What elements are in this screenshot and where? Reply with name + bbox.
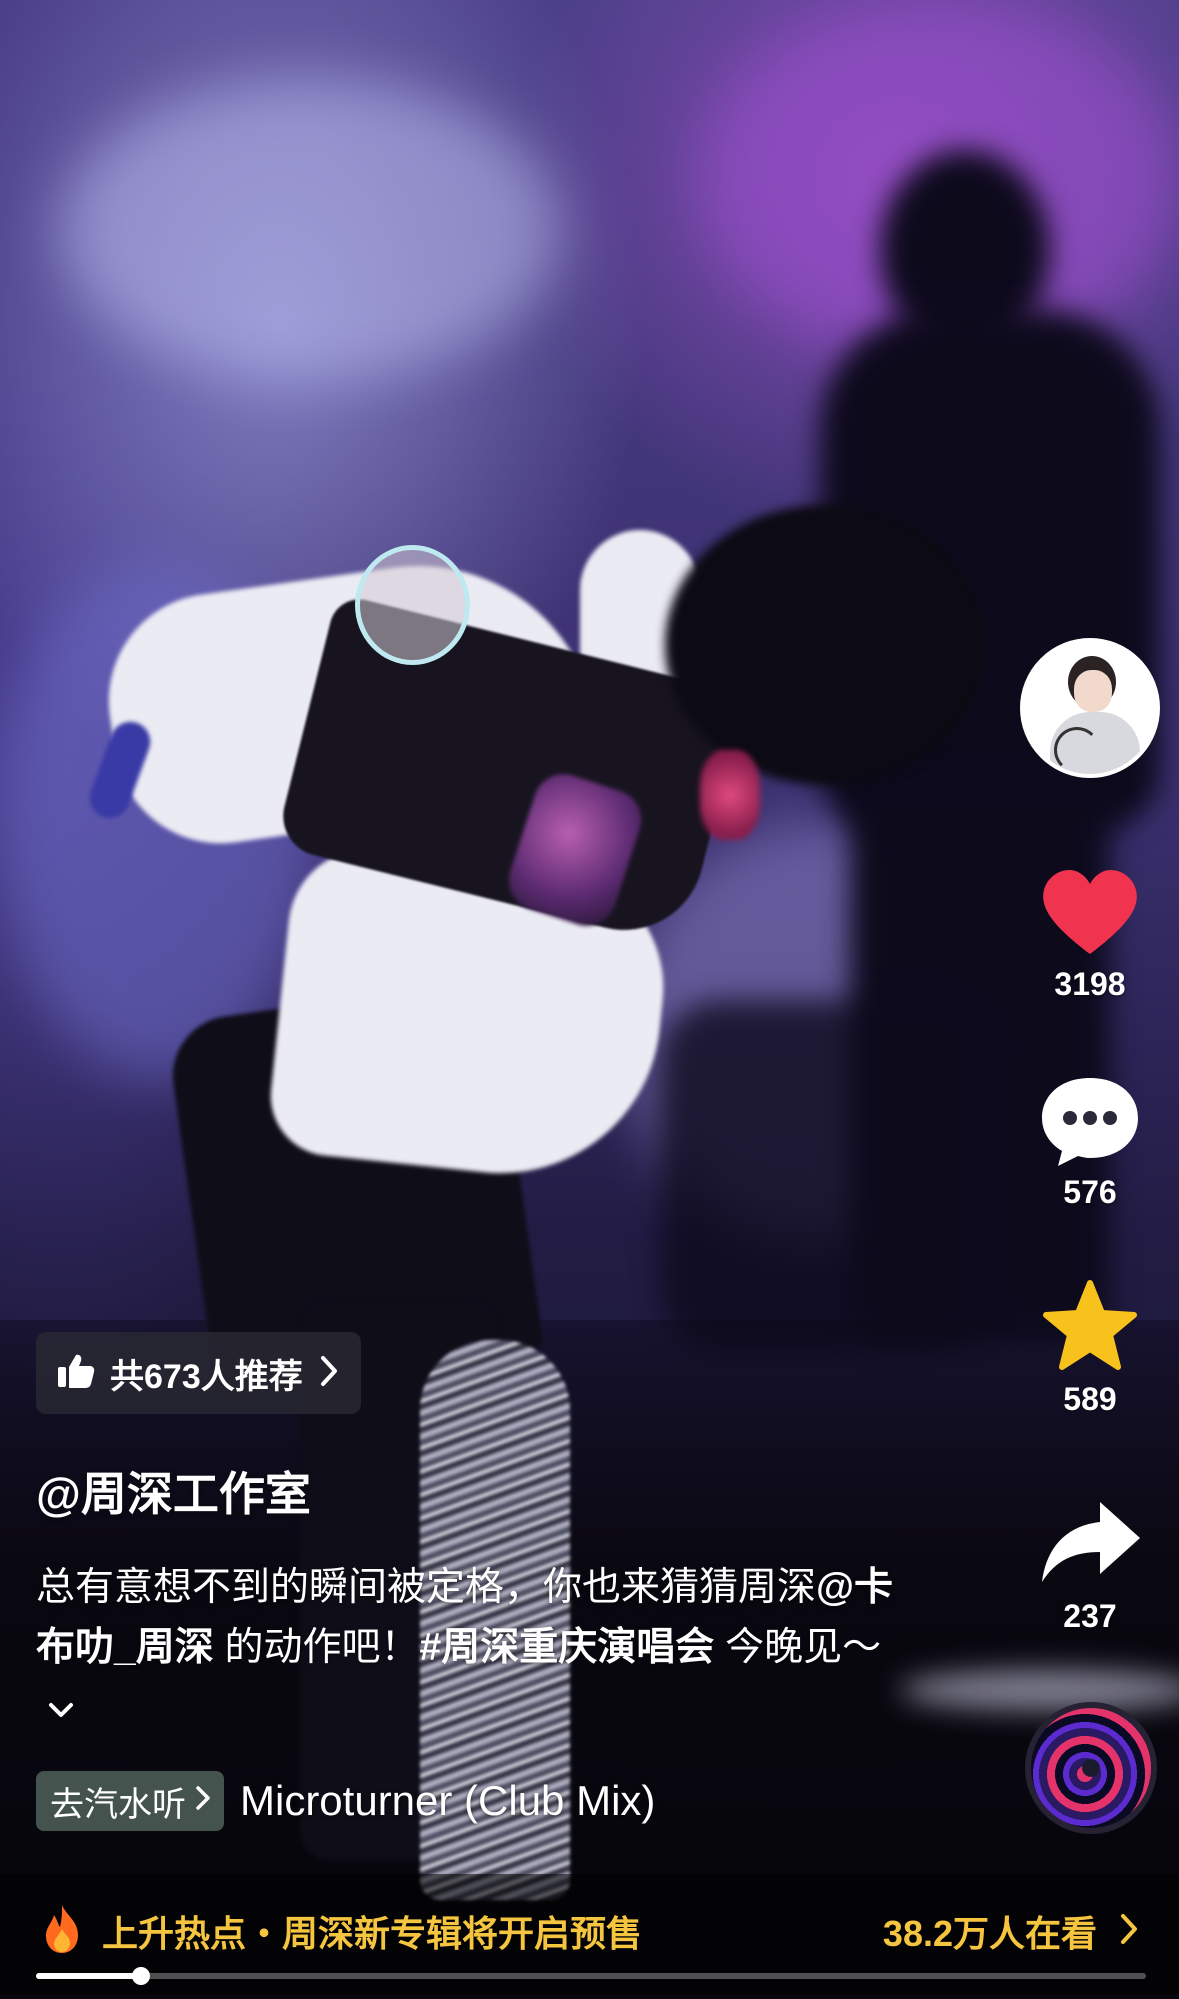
- caption-hashtag[interactable]: #周深重庆演唱会: [420, 1626, 715, 1669]
- chevron-right-icon: [1119, 1912, 1139, 1951]
- caption-text: 的动作吧！: [213, 1626, 420, 1669]
- thumbs-up-icon: [56, 1351, 96, 1396]
- caption-text: 总有意想不到的瞬间被定格，你也来猜猜周深: [36, 1566, 817, 1609]
- share-count: 237: [1063, 1598, 1117, 1634]
- chevron-right-icon: [194, 1782, 212, 1821]
- recommend-pill[interactable]: 共673人推荐: [36, 1332, 361, 1414]
- favorite-button[interactable]: 589: [1030, 1277, 1150, 1418]
- music-title[interactable]: Microturner (Club Mix): [240, 1777, 655, 1825]
- avatar-face: [1074, 670, 1112, 712]
- share-arrow-icon: [1030, 1494, 1150, 1594]
- highlight-ring: [355, 545, 470, 665]
- caption-text: 今晚见～: [714, 1626, 882, 1669]
- recommend-label: 共673人推荐: [110, 1357, 303, 1396]
- performer-hair: [665, 505, 985, 785]
- comment-bubble-icon: [1030, 1070, 1150, 1170]
- video-progress-bar[interactable]: [36, 1967, 1146, 1985]
- background-dancer-silhouette: [660, 1000, 990, 1350]
- progress-fill: [36, 1973, 142, 1979]
- creator-avatar[interactable]: [1020, 638, 1160, 778]
- favorite-count: 589: [1063, 1381, 1117, 1417]
- music-row: 去汽水听 Microturner (Club Mix): [36, 1771, 655, 1831]
- creator-username[interactable]: @周深工作室: [36, 1458, 311, 1524]
- music-disc[interactable]: [1025, 1702, 1157, 1834]
- star-icon: [1030, 1277, 1150, 1377]
- like-count: 3198: [1054, 966, 1126, 1002]
- video-caption[interactable]: 总有意想不到的瞬间被定格，你也来猜猜周深@卡布叻_周深 的动作吧！#周深重庆演唱…: [36, 1558, 896, 1740]
- hot-topic-text: 上升热点・周深新专辑将开启预售: [102, 1913, 643, 1954]
- fire-icon: [40, 1903, 84, 1960]
- music-button-label: 去汽水听: [50, 1785, 186, 1824]
- pink-flower: [700, 750, 760, 840]
- chevron-right-icon: [317, 1354, 341, 1393]
- light-streak: [60, 80, 560, 380]
- heart-icon: [1030, 862, 1150, 962]
- like-button[interactable]: 3198: [1030, 862, 1150, 1003]
- comment-count: 576: [1063, 1174, 1117, 1210]
- viewer-count: 38.2万人在看: [882, 1913, 1097, 1954]
- listen-in-qishui-button[interactable]: 去汽水听: [36, 1771, 224, 1831]
- avatar-phone-cord: [1054, 727, 1100, 773]
- share-button[interactable]: 237: [1030, 1494, 1150, 1635]
- chevron-down-icon[interactable]: [46, 1680, 76, 1740]
- comment-button[interactable]: 576: [1030, 1070, 1150, 1211]
